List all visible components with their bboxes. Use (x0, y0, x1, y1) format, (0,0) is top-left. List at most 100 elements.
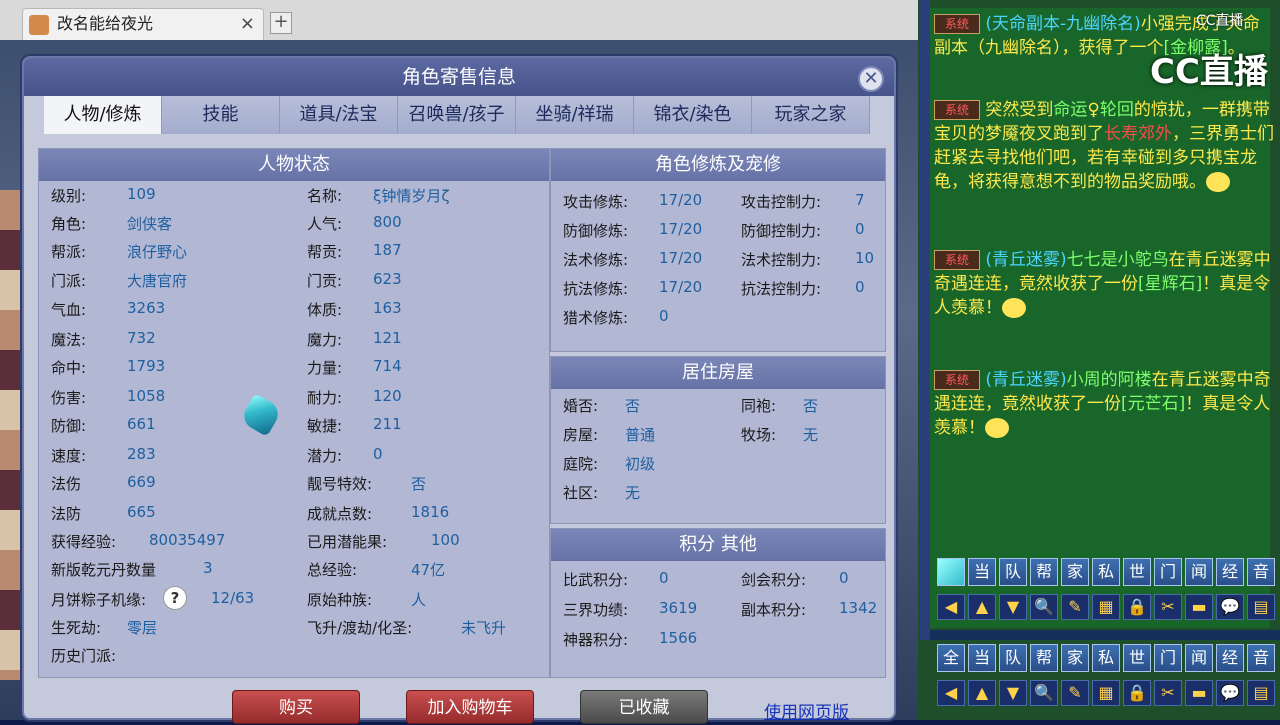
tab-0[interactable]: 人物/修炼 (44, 96, 162, 134)
tool-button-icon[interactable]: 💬 (1216, 680, 1244, 706)
browser-tab[interactable]: 改名能给夜光 × (22, 8, 264, 40)
channel-button[interactable]: 当 (968, 558, 996, 586)
chat-text: 七七是小鸵鸟 (1066, 250, 1169, 270)
tool-button-icon[interactable]: 🔒 (1123, 594, 1151, 620)
status-row-left: 防御: 661 (51, 415, 156, 436)
tool-button-icon[interactable]: ▬ (1185, 594, 1213, 620)
channel-button[interactable]: 队 (999, 644, 1027, 672)
tool-button-icon[interactable]: ▦ (1092, 594, 1120, 620)
channel-button[interactable]: 帮 (1030, 558, 1058, 586)
status-key: 帮派: (51, 243, 87, 261)
tab-close-icon[interactable]: × (240, 9, 255, 39)
tool-button-icon[interactable]: ▼ (999, 680, 1027, 706)
scores-box: 积分 其他 比武积分: 0 剑会积分: 0 三界功绩: 3619 副本积分: 1342 神器积分… (550, 528, 886, 678)
cultivation-value: 17/20 (659, 278, 703, 296)
channel-button[interactable]: 私 (1092, 558, 1120, 586)
tool-button-icon[interactable]: ✎ (1061, 594, 1089, 620)
tool-button-icon[interactable]: ◀ (937, 680, 965, 706)
chat-text: 突然受到 (985, 100, 1054, 120)
status-row-left: 速度: 283 (51, 445, 156, 466)
channel-button[interactable]: 私 (1092, 644, 1120, 672)
channel-button[interactable]: 门 (1154, 644, 1182, 672)
tool-button-icon[interactable]: ✂ (1154, 680, 1182, 706)
status-key: 敏捷: (307, 417, 343, 435)
cultivation-key: 攻击修炼: (563, 193, 629, 211)
status-row-left: 命中: 1793 (51, 357, 165, 378)
status-row-right: 人气: 800 (307, 213, 402, 234)
chat-text: [元芒石] (1121, 394, 1186, 414)
tool-button-icon[interactable]: ▼ (999, 594, 1027, 620)
chat-text: (青丘迷雾) (985, 370, 1067, 390)
system-tag: 系统 (934, 100, 980, 120)
tool-button-icon[interactable]: 🔍 (1030, 680, 1058, 706)
channel-bar-bottom: 全当队帮家私世门闻经音 (937, 644, 1278, 672)
channel-button[interactable]: 闻 (1185, 644, 1213, 672)
buy-button[interactable]: 购买 (232, 690, 360, 724)
channel-button[interactable]: 经 (1216, 558, 1244, 586)
close-icon[interactable]: ✕ (858, 66, 884, 92)
status-key: 法伤 (51, 475, 82, 493)
tool-button-icon[interactable]: ✎ (1061, 680, 1089, 706)
status-key: 命中: (51, 359, 87, 377)
channel-button[interactable]: 帮 (1030, 644, 1058, 672)
tool-button-icon[interactable]: ◀ (937, 594, 965, 620)
tab-3[interactable]: 召唤兽/孩子 (398, 96, 516, 134)
tool-button-icon[interactable]: ▦ (1092, 680, 1120, 706)
tool-button-icon[interactable]: ▬ (1185, 680, 1213, 706)
channel-button[interactable]: 队 (999, 558, 1027, 586)
tab-6[interactable]: 玩家之家 (752, 96, 870, 134)
favorited-button[interactable]: 已收藏 (580, 690, 708, 724)
channel-button[interactable]: 门 (1154, 558, 1182, 586)
tab-1[interactable]: 技能 (162, 96, 280, 134)
tool-button-icon[interactable]: 🔒 (1123, 680, 1151, 706)
channel-button[interactable]: 当 (968, 644, 996, 672)
status-key: 月饼粽子机缘: (51, 591, 147, 609)
emote-gem-icon[interactable] (937, 558, 965, 586)
channel-button[interactable]: 经 (1216, 644, 1244, 672)
housing-key: 房屋: (563, 426, 599, 444)
tool-button-icon[interactable]: 💬 (1216, 594, 1244, 620)
scores-key: 三界功绩: (563, 601, 629, 619)
tab-favicon-icon (29, 15, 49, 35)
status-value: 3 (203, 559, 213, 577)
web-version-link[interactable]: 使用网页版 (764, 698, 849, 723)
status-row-right: 原始种族: 人 (307, 589, 426, 610)
tool-button-icon[interactable]: ▤ (1247, 594, 1275, 620)
new-tab-button[interactable]: + (270, 12, 292, 34)
tab-5[interactable]: 锦衣/染色 (634, 96, 752, 134)
cultivation-header: 角色修炼及宠修 (551, 149, 885, 181)
status-value: 121 (373, 329, 402, 347)
housing-row: 社区: 无 (563, 482, 883, 503)
channel-button[interactable]: 世 (1123, 558, 1151, 586)
status-key: 门派: (51, 272, 87, 290)
channel-button[interactable]: 家 (1061, 558, 1089, 586)
cultivation-value2: 10 (855, 249, 875, 267)
status-key: 伤害: (51, 389, 87, 407)
housing-value2: 否 (803, 397, 819, 415)
scores-row: 三界功绩: 3619 副本积分: 1342 (563, 599, 883, 620)
tool-button-icon[interactable]: ▲ (968, 594, 996, 620)
cultivation-value: 17/20 (659, 220, 703, 238)
status-row-right: 门贡: 623 (307, 270, 402, 291)
channel-button[interactable]: 音 (1247, 644, 1275, 672)
tool-button-icon[interactable]: ▲ (968, 680, 996, 706)
channel-button[interactable]: 闻 (1185, 558, 1213, 586)
smiley-icon (1002, 298, 1026, 318)
channel-button[interactable]: 家 (1061, 644, 1089, 672)
status-key: 防御: (51, 417, 87, 435)
channel-bar-top: 当队帮家私世门闻经音 (937, 558, 1278, 586)
help-icon[interactable]: ? (163, 586, 187, 610)
housing-value: 普通 (625, 426, 656, 444)
add-cart-button[interactable]: 加入购物车 (406, 690, 534, 724)
tool-button-icon[interactable]: ✂ (1154, 594, 1182, 620)
status-row-right: 敏捷: 211 (307, 415, 402, 436)
tool-button-icon[interactable]: ▤ (1247, 680, 1275, 706)
tab-2[interactable]: 道具/法宝 (280, 96, 398, 134)
channel-button[interactable]: 世 (1123, 644, 1151, 672)
chat-scrollbar[interactable] (920, 0, 930, 640)
channel-button[interactable]: 音 (1247, 558, 1275, 586)
tab-4[interactable]: 坐骑/祥瑞 (516, 96, 634, 134)
channel-button[interactable]: 全 (937, 644, 965, 672)
chat-text: 轮回 (1099, 100, 1134, 120)
tool-button-icon[interactable]: 🔍 (1030, 594, 1058, 620)
